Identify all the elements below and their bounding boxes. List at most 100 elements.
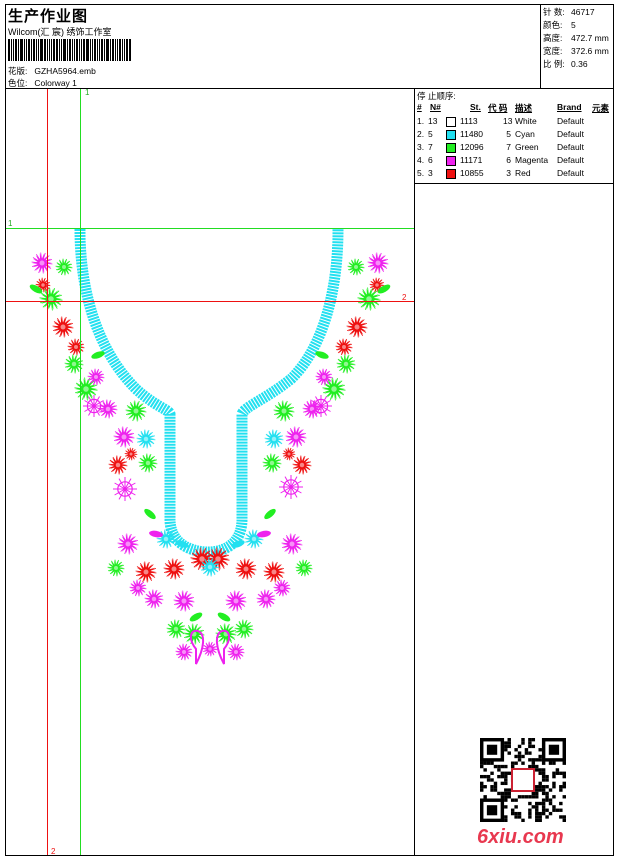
neckline-border <box>74 228 344 558</box>
row-needle: 13 <box>428 116 438 126</box>
header-info: 生产作业图 Wilcom(汇 宸) 绣饰工作室 花版: GZHA5964.emb… <box>6 5 541 89</box>
table-row: 1. 13 1113 13 White Default <box>415 116 614 128</box>
green-horizontal-label: 1 <box>8 219 13 228</box>
green-horizontal-guide <box>6 228 414 229</box>
row-description: Magenta <box>515 155 549 165</box>
design-file: GZHA5964.emb <box>34 66 96 76</box>
table-row: 5. 3 10855 3 Red Default <box>415 168 614 180</box>
stat-height: 高度: 472.7 mm <box>543 33 609 43</box>
design-divider <box>414 88 415 856</box>
right-flower-motif <box>295 559 313 577</box>
left-flower-motif <box>107 559 125 577</box>
row-brand: Default <box>557 116 584 126</box>
row-description: Green <box>515 142 539 152</box>
right-flower-motif <box>347 258 365 276</box>
row-stitches: 10855 <box>460 168 484 178</box>
row-brand: Default <box>557 142 584 152</box>
qr-code <box>480 738 566 822</box>
right-flower-motif <box>256 589 276 609</box>
left-flower-motif <box>138 453 158 473</box>
row-stitches: 1113 <box>460 116 478 126</box>
row-index: 2. <box>417 129 425 139</box>
right-flower-motif <box>273 579 291 597</box>
table-row: 3. 7 12096 7 Green Default <box>415 142 614 154</box>
right-snowflake-motif <box>279 475 303 499</box>
stat-stitches: 针 数: 46717 <box>543 7 595 17</box>
stop-sequence-title: 停 止顺序: <box>417 91 456 101</box>
right-flower-motif <box>225 590 247 612</box>
row-needle: 6 <box>428 155 433 165</box>
right-flower-motif <box>234 619 254 639</box>
table-row: 2. 5 11480 5 Cyan Default <box>415 129 614 141</box>
right-flower-motif <box>357 287 381 311</box>
row-index: 5. <box>417 168 425 178</box>
left-flower-motif <box>173 590 195 612</box>
green-vertical-label: 1 <box>85 88 90 97</box>
row-index: 3. <box>417 142 425 152</box>
row-needle: 7 <box>428 142 433 152</box>
row-stitches: 11171 <box>460 155 483 165</box>
left-flower-motif <box>144 589 164 609</box>
left-flower-motif <box>55 258 73 276</box>
right-flower-motif <box>263 561 285 583</box>
left-flower-motif <box>135 561 157 583</box>
red-horizontal-guide <box>6 301 414 302</box>
row-index: 4. <box>417 155 425 165</box>
row-stitches: 12096 <box>460 142 484 152</box>
left-flower-motif <box>175 643 193 661</box>
neckline-inner-edge <box>85 228 333 547</box>
row-code: 3 <box>506 168 511 178</box>
design-label: 花版: <box>8 66 28 76</box>
stat-width: 宽度: 372.6 mm <box>543 46 609 56</box>
leaf-motif <box>264 508 276 520</box>
right-flower-motif <box>346 316 368 338</box>
left-flower-motif <box>163 558 185 580</box>
row-code: 13 <box>503 116 513 126</box>
left-snowflake-motif <box>83 395 105 417</box>
table-header: # N# St. 代 码 描述 Brand 元素 <box>417 102 610 113</box>
stat-colors: 颜色: 5 <box>543 20 576 30</box>
left-flower-motif <box>136 429 156 449</box>
row-brand: Default <box>557 168 584 178</box>
row-needle: 3 <box>428 168 433 178</box>
color-swatch <box>446 156 456 166</box>
row-code: 6 <box>506 155 511 165</box>
row-brand: Default <box>557 155 584 165</box>
leaf-motif <box>217 612 231 622</box>
row-description: Cyan <box>515 129 535 139</box>
red-vertical-guide <box>47 89 48 855</box>
right-flower-motif <box>235 558 257 580</box>
right-flower-motif <box>336 354 356 374</box>
left-flower-motif <box>67 338 85 356</box>
design-file-row: 花版: GZHA5964.emb <box>8 65 96 77</box>
left-flower-motif <box>113 426 135 448</box>
color-swatch <box>446 130 456 140</box>
red-horizontal-label: 2 <box>402 293 407 302</box>
left-flower-motif <box>98 399 118 419</box>
color-swatch <box>446 169 456 179</box>
right-flower-motif <box>285 426 307 448</box>
right-flower-motif <box>335 338 353 356</box>
row-needle: 5 <box>428 129 433 139</box>
leaf-motif <box>144 508 156 520</box>
watermark-logo: 6xiu.com <box>477 826 564 848</box>
left-flower-motif <box>129 579 147 597</box>
color-swatch <box>446 143 456 153</box>
center-bottom-motif <box>202 641 218 657</box>
embroidery-design-canvas <box>29 228 391 665</box>
row-description: White <box>515 116 537 126</box>
row-stitches: 11480 <box>460 129 484 139</box>
color-swatch <box>446 117 456 127</box>
right-flower-motif <box>282 447 296 461</box>
stat-scale: 比 例: 0.36 <box>543 59 588 69</box>
green-vertical-guide <box>80 89 81 855</box>
stop-sequence-table: 停 止顺序: # N# St. 代 码 描述 Brand 元素 1. 13 1113… <box>415 89 614 184</box>
right-flower-motif <box>367 252 389 274</box>
left-flower-motif <box>125 400 147 422</box>
row-index: 1. <box>417 116 425 126</box>
row-code: 7 <box>506 142 511 152</box>
left-flower-motif <box>124 447 138 461</box>
left-flower-motif <box>117 533 139 555</box>
right-flower-motif <box>262 453 282 473</box>
row-brand: Default <box>557 129 584 139</box>
